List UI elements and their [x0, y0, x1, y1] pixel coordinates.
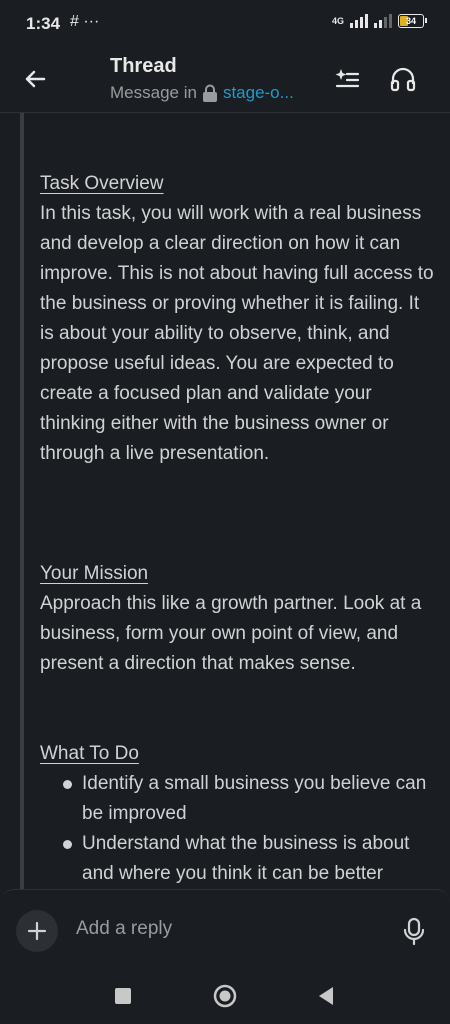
- home-icon[interactable]: [212, 983, 238, 1009]
- reply-input[interactable]: [74, 917, 378, 941]
- ai-summary-icon[interactable]: [332, 64, 362, 94]
- task-overview-body: In this task, you will work with a real …: [40, 203, 434, 464]
- page-title: Thread: [110, 55, 177, 77]
- add-attachment-button[interactable]: [16, 910, 58, 952]
- headphones-icon[interactable]: [388, 64, 418, 94]
- subtitle-prefix: Message in: [110, 83, 197, 102]
- list-item: Understand what the business is about an…: [40, 829, 435, 889]
- battery-icon: 34: [398, 14, 427, 28]
- signal-secondary-icon: [374, 14, 392, 28]
- thread-content[interactable]: Task Overview In this task, you will wor…: [0, 113, 450, 889]
- thread-subtitle: Message in stage-o...: [110, 83, 294, 103]
- thread-quote-bar: [20, 113, 24, 889]
- signal-icon: [350, 14, 368, 28]
- your-mission-title: Your Mission: [40, 563, 149, 584]
- task-overview-title: Task Overview: [40, 173, 164, 194]
- microphone-icon[interactable]: [400, 916, 428, 946]
- battery-level: 34: [405, 16, 416, 26]
- what-to-do-list: Identify a small business you believe ca…: [40, 769, 435, 889]
- task-overview-section: Task Overview In this task, you will wor…: [40, 169, 435, 469]
- what-to-do-title: What To Do: [40, 743, 139, 764]
- back-arrow-icon[interactable]: [20, 64, 50, 94]
- status-bar: 1:34 # ··· 4G 34: [0, 0, 450, 48]
- back-nav-icon[interactable]: [313, 983, 339, 1009]
- notification-icons: # ···: [70, 13, 100, 30]
- reply-composer: [0, 889, 450, 970]
- what-to-do-section: What To Do Identify a small business you…: [40, 739, 435, 889]
- plus-icon: [27, 921, 47, 941]
- recent-apps-icon[interactable]: [110, 983, 136, 1009]
- your-mission-section: Your Mission Approach this like a growth…: [40, 559, 435, 679]
- channel-link[interactable]: stage-o...: [223, 83, 294, 103]
- thread-header: Thread Message in stage-o...: [0, 48, 450, 113]
- system-nav-bar: [0, 969, 450, 1024]
- list-item: Identify a small business you believe ca…: [40, 769, 435, 829]
- status-time: 1:34: [26, 14, 61, 33]
- status-indicators: 4G 34: [331, 14, 427, 28]
- lock-icon: [202, 84, 217, 102]
- your-mission-body: Approach this like a growth partner. Loo…: [40, 593, 422, 674]
- network-type: 4G: [331, 15, 344, 26]
